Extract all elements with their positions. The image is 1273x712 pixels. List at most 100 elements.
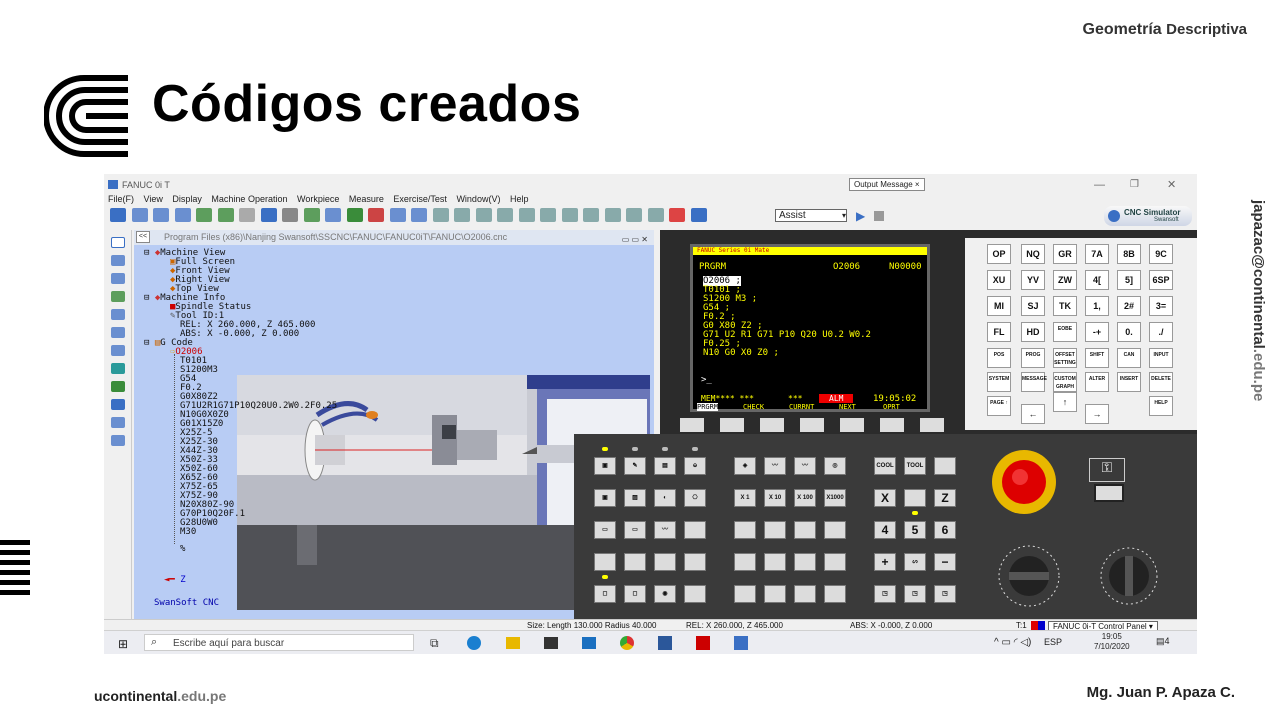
op-blank[interactable] [734, 585, 756, 603]
op-cycle-start-icon[interactable]: ◻ [594, 585, 616, 603]
softkey-1[interactable] [720, 418, 744, 432]
toolbar-layout-icon[interactable] [282, 208, 299, 222]
softkey-left-icon[interactable] [680, 418, 704, 432]
menu-window[interactable]: Window(V) [456, 194, 500, 204]
side-view-icon[interactable] [111, 255, 125, 266]
op-step-x1[interactable]: X 1 [734, 489, 756, 507]
key-alter[interactable]: ALTER [1085, 372, 1109, 392]
menu-display[interactable]: Display [172, 194, 202, 204]
chrome-icon[interactable] [620, 636, 634, 650]
toolbar-zoom-in-icon[interactable] [131, 208, 148, 222]
gcode-line[interactable]: G70P10Q20F.1 [180, 509, 245, 519]
op-blank[interactable] [904, 489, 926, 507]
op-edit-icon[interactable]: ✎ [624, 457, 646, 475]
key-help[interactable]: HELP [1149, 396, 1173, 416]
key-2[interactable]: 2# [1117, 296, 1141, 316]
key-eob[interactable]: EOBE [1053, 322, 1077, 342]
key-system[interactable]: SYSTEM [987, 372, 1011, 392]
key-y[interactable]: YV [1021, 270, 1045, 290]
key-input[interactable]: INPUT [1149, 348, 1173, 368]
key-minus[interactable]: -+ [1085, 322, 1109, 342]
op-blank[interactable] [734, 553, 756, 571]
key-delete[interactable]: DELETE [1149, 372, 1173, 392]
op-single-icon[interactable]: ▣ [594, 489, 616, 507]
key-3[interactable]: 3= [1149, 296, 1173, 316]
softkey-prgrm[interactable]: PRGRM [697, 403, 719, 411]
key-up-icon[interactable]: ↑ [1053, 392, 1077, 412]
softkey-check[interactable]: CHECK [743, 403, 764, 411]
softkey-right-icon[interactable] [920, 418, 944, 432]
softkey-5[interactable] [880, 418, 904, 432]
output-message-tab[interactable]: Output Message × [849, 178, 925, 191]
key-message[interactable]: MESSAGE [1021, 372, 1047, 392]
key-f[interactable]: FL [987, 322, 1011, 342]
op-coolant[interactable]: COOL [874, 457, 896, 475]
play-icon[interactable]: ▶ [856, 209, 865, 223]
op-dry-icon[interactable]: ◐ [654, 489, 676, 507]
close-icon[interactable]: ✕ [1167, 178, 1176, 191]
program-protect-switch[interactable] [1094, 484, 1124, 502]
op-blank[interactable] [594, 553, 616, 571]
toolbar-transparent-icon[interactable] [518, 208, 535, 222]
toolbar-pan-icon[interactable] [217, 208, 234, 222]
key-left-icon[interactable]: ← [1021, 404, 1045, 424]
toolbar-cross-icon[interactable] [669, 208, 686, 222]
op-blank[interactable] [734, 521, 756, 539]
op-blank[interactable] [764, 521, 786, 539]
op-blank[interactable] [794, 585, 816, 603]
op-inc-icon[interactable]: 〰 [794, 457, 816, 475]
key-9[interactable]: 9C [1149, 244, 1173, 264]
key-n[interactable]: NQ [1021, 244, 1045, 264]
op-spindle-ccw-icon[interactable]: ◳ [874, 585, 896, 603]
toolbar-view-icon[interactable] [260, 208, 277, 222]
tray-language[interactable]: ESP [1044, 637, 1062, 647]
side-setting-icon[interactable] [111, 435, 125, 446]
op-skip-icon[interactable]: ▨ [624, 489, 646, 507]
key-4[interactable]: 4[ [1085, 270, 1109, 290]
key-7[interactable]: 7A [1085, 244, 1109, 264]
side-part-icon[interactable] [111, 381, 125, 392]
op-spindle-stop-icon[interactable]: ◳ [904, 585, 926, 603]
op-mlock-icon[interactable]: ⎔ [684, 489, 706, 507]
toolbar-zoom-fit-icon[interactable] [174, 208, 191, 222]
menu-exercise[interactable]: Exercise/Test [393, 194, 447, 204]
toolbar-tool-icon[interactable] [303, 208, 320, 222]
menu-help[interactable]: Help [510, 194, 529, 204]
key-pos[interactable]: POS [987, 348, 1011, 368]
swansoft-taskbar-icon[interactable] [734, 636, 748, 650]
side-rotate-icon[interactable] [111, 327, 125, 338]
op-step-x1000[interactable]: X1000 [824, 489, 846, 507]
menu-machine-operation[interactable]: Machine Operation [211, 194, 287, 204]
key-offset[interactable]: OFFSET SETTING [1053, 348, 1077, 368]
op-plus[interactable]: + [874, 553, 896, 571]
spindle-override-knob[interactable] [1089, 534, 1169, 614]
toolbar-section-icon[interactable] [497, 208, 514, 222]
menu-file[interactable]: File(F) [108, 194, 134, 204]
op-minus[interactable]: − [934, 553, 956, 571]
minimize-icon[interactable]: — [1094, 179, 1105, 191]
key-dot[interactable]: ./ [1149, 322, 1173, 342]
emergency-stop-button[interactable] [986, 449, 1062, 515]
toolbar-measure-icon[interactable] [325, 208, 342, 222]
toolbar-window-icon[interactable] [239, 208, 256, 222]
toolbar-record-icon[interactable] [368, 208, 385, 222]
menu-workpiece[interactable]: Workpiece [297, 194, 339, 204]
side-front-icon[interactable] [111, 273, 125, 284]
toolbar-shape-icon[interactable] [454, 208, 471, 222]
op-num-4[interactable]: 4 [874, 521, 896, 539]
toolbar-insert-icon[interactable] [432, 208, 449, 222]
feed-override-knob[interactable] [979, 534, 1079, 614]
side-program-icon[interactable] [111, 399, 125, 410]
op-mdi-icon[interactable]: ▤ [654, 457, 676, 475]
side-list-icon[interactable] [111, 417, 125, 428]
op-blank[interactable] [764, 553, 786, 571]
op-step-x100[interactable]: X 100 [794, 489, 816, 507]
toolbar-grid-icon[interactable] [561, 208, 578, 222]
toolbar-fixture-icon[interactable] [411, 208, 428, 222]
op-rapid-icon[interactable]: ᔕ [904, 553, 926, 571]
op-blank[interactable] [824, 521, 846, 539]
op-tool[interactable]: TOOL [904, 457, 926, 475]
stop-icon[interactable] [874, 211, 884, 221]
key-o[interactable]: OP [987, 244, 1011, 264]
key-h[interactable]: HD [1021, 322, 1045, 342]
